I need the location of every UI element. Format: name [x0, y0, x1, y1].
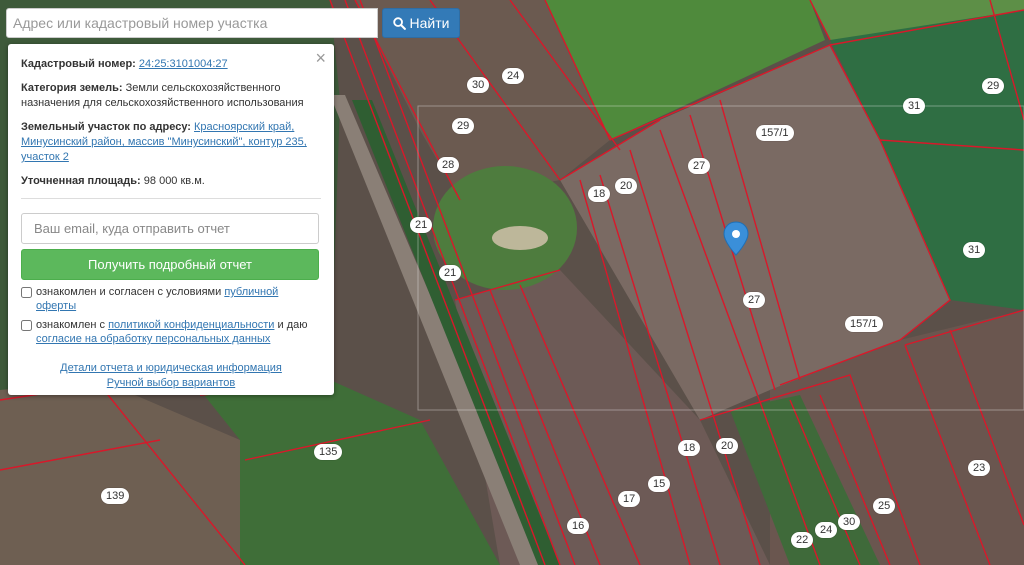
parcel-number-label[interactable]: 15: [648, 476, 671, 492]
search-icon: [392, 16, 406, 30]
area-row: Уточненная площадь: 98 000 кв.м.: [21, 174, 321, 189]
cadastral-number-label: Кадастровый номер:: [21, 58, 136, 70]
land-category-row: Категория земель: Земли сельскохозяйстве…: [21, 81, 321, 111]
parcel-number-label[interactable]: 30: [838, 514, 861, 530]
parcel-number-label[interactable]: 17: [618, 491, 641, 507]
parcel-number-label[interactable]: 29: [982, 78, 1005, 94]
parcel-number-label[interactable]: 30: [467, 77, 490, 93]
area-label: Уточненная площадь:: [21, 175, 141, 187]
parcel-number-label[interactable]: 20: [716, 438, 739, 454]
email-field[interactable]: [21, 213, 319, 244]
consent-offer-text: ознакомлен и согласен с условиями публич…: [36, 285, 321, 313]
parcel-number-label[interactable]: 16: [567, 518, 590, 534]
consent-offer-checkbox[interactable]: [21, 287, 32, 298]
parcel-number-label[interactable]: 135: [314, 444, 343, 460]
area-value: 98 000 кв.м.: [143, 175, 205, 187]
parcel-number-label[interactable]: 24: [502, 68, 525, 84]
parcel-number-label[interactable]: 157/1: [845, 316, 883, 332]
consent-privacy-checkbox[interactable]: [21, 320, 32, 331]
parcel-number-label[interactable]: 21: [439, 265, 462, 281]
consent-privacy-label: ознакомлен с: [36, 319, 109, 331]
search-button[interactable]: Найти: [382, 8, 460, 38]
divider: [21, 198, 321, 199]
consent-privacy-label-2: и даю: [274, 319, 308, 331]
address-row: Земельный участок по адресу: Красноярски…: [21, 120, 321, 165]
privacy-policy-link[interactable]: политикой конфиденциальности: [108, 319, 274, 331]
parcel-number-label[interactable]: 23: [968, 460, 991, 476]
parcel-number-label[interactable]: 18: [588, 186, 611, 202]
parcel-number-label[interactable]: 24: [815, 522, 838, 538]
get-report-button[interactable]: Получить подробный отчет: [21, 249, 319, 280]
close-icon[interactable]: ×: [315, 49, 326, 67]
parcel-number-label[interactable]: 157/1: [756, 125, 794, 141]
cadastral-number-link[interactable]: 24:25:3101004:27: [139, 58, 228, 70]
parcel-number-label[interactable]: 31: [963, 242, 986, 258]
search-button-label: Найти: [409, 15, 450, 31]
parcel-number-label[interactable]: 27: [743, 292, 766, 308]
parcel-number-label[interactable]: 31: [903, 98, 926, 114]
consent-privacy-row: ознакомлен с политикой конфиденциальност…: [21, 318, 321, 346]
parcel-number-label[interactable]: 28: [437, 157, 460, 173]
parcel-number-label[interactable]: 139: [101, 488, 130, 504]
cadastral-number-row: Кадастровый номер: 24:25:3101004:27: [21, 57, 321, 72]
parcel-number-label[interactable]: 22: [791, 532, 814, 548]
parcel-number-label[interactable]: 20: [615, 178, 638, 194]
panel-footer-links: Детали отчета и юридическая информация Р…: [21, 361, 321, 391]
consent-offer-row: ознакомлен и согласен с условиями публич…: [21, 285, 321, 313]
search-input[interactable]: [6, 8, 378, 38]
parcel-number-label[interactable]: 18: [678, 440, 701, 456]
land-category-label: Категория земель:: [21, 82, 123, 94]
consent-offer-label: ознакомлен и согласен с условиями: [36, 286, 225, 298]
address-label: Земельный участок по адресу:: [21, 121, 191, 133]
personal-data-consent-link[interactable]: согласие на обработку персональных данны…: [36, 333, 270, 345]
consent-privacy-text: ознакомлен с политикой конфиденциальност…: [36, 318, 307, 346]
manual-selection-link[interactable]: Ручной выбор вариантов: [21, 376, 321, 391]
parcel-number-label[interactable]: 27: [688, 158, 711, 174]
search-bar: Найти: [6, 8, 460, 38]
parcel-info-panel: × Кадастровый номер: 24:25:3101004:27 Ка…: [8, 44, 334, 395]
parcel-number-label[interactable]: 29: [452, 118, 475, 134]
parcel-number-label[interactable]: 25: [873, 498, 896, 514]
parcel-number-label[interactable]: 21: [410, 217, 433, 233]
report-details-link[interactable]: Детали отчета и юридическая информация: [21, 361, 321, 376]
